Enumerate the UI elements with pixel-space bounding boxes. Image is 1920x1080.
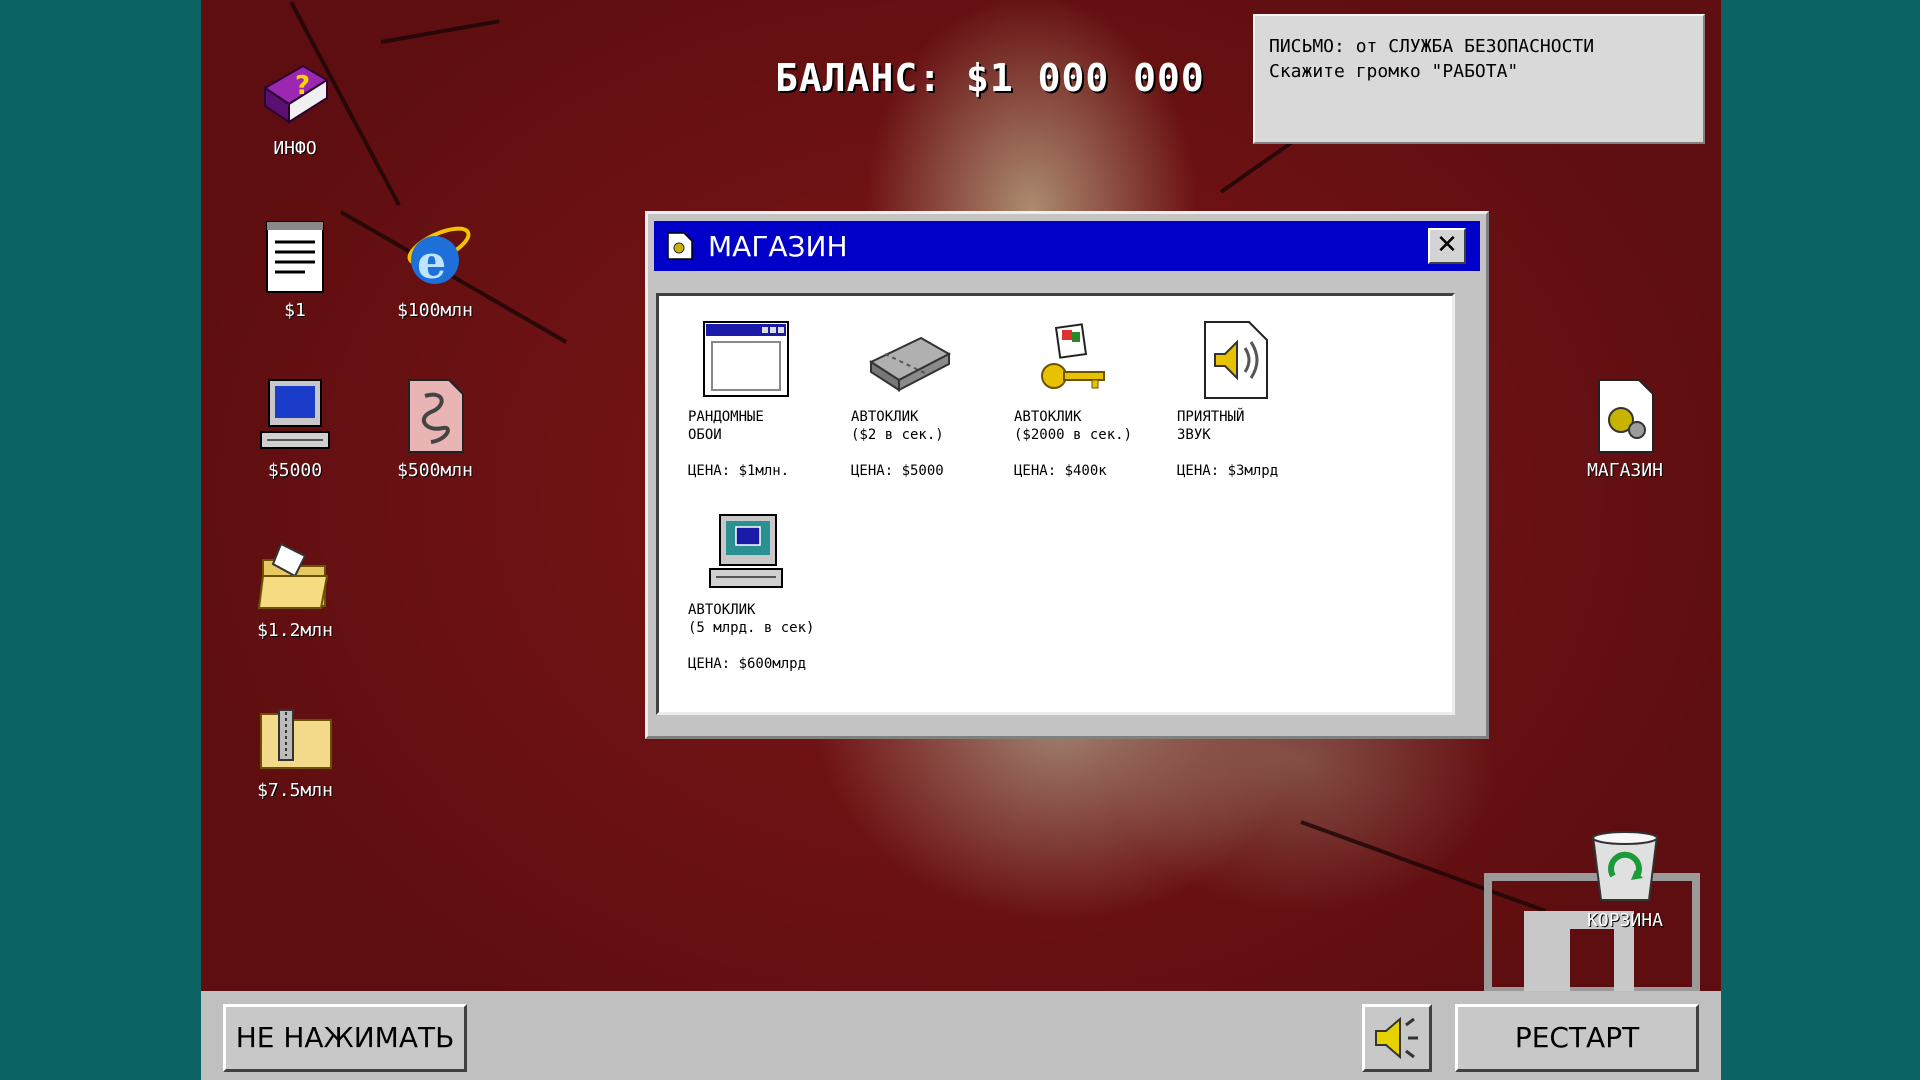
desktop-icon-shop[interactable]: МАГАЗИН	[1565, 376, 1685, 481]
icon-label: $7.5млн	[257, 780, 333, 801]
mail-notification[interactable]: ПИСЬМО: от СЛУЖБА БЕЗОПАСНОСТИ Скажите г…	[1253, 14, 1705, 144]
mail-message: Скажите громко "РАБОТА"	[1269, 61, 1519, 82]
shop-title: МАГАЗИН	[708, 229, 848, 263]
desktop-icon-script[interactable]: $500млн	[375, 376, 495, 481]
icon-label: $1.2млн	[257, 620, 333, 641]
computer-icon	[260, 379, 330, 449]
taskbar: НЕ НАЖИМАТЬ РЕСТАРТ	[201, 991, 1721, 1080]
mail-sender: ПИСЬМО: от СЛУЖБА БЕЗОПАСНОСТИ	[1269, 36, 1595, 57]
icon-label: $1	[284, 300, 306, 321]
window-icon	[703, 321, 789, 397]
icon-label: КОРЗИНА	[1587, 910, 1663, 931]
desktop-icon-info[interactable]: ? ИНФО	[235, 54, 355, 159]
key-icon	[1041, 323, 1105, 389]
sound-toggle-button[interactable]	[1362, 1004, 1432, 1072]
settings-file-icon	[1598, 379, 1654, 453]
icon-label: $100млн	[397, 300, 473, 321]
restart-button[interactable]: РЕСТАРТ	[1455, 1004, 1699, 1072]
speaker-icon	[1375, 1016, 1418, 1060]
shop-item-random-wallpaper[interactable]: РАНДОМНЫЕ ОБОИ ЦЕНА: $1млн.	[688, 320, 838, 480]
dont-press-button[interactable]: НЕ НАЖИМАТЬ	[223, 1004, 467, 1072]
desktop-icon-open-folder[interactable]: $1.2млн	[235, 536, 355, 641]
open-folder-icon	[257, 542, 329, 609]
icon-label: $500млн	[397, 460, 473, 481]
shop-titlebar[interactable]: МАГАЗИН ✕	[654, 221, 1480, 271]
svg-text:e: e	[417, 235, 446, 289]
desktop-icon-recycle-bin[interactable]: КОРЗИНА	[1565, 826, 1685, 931]
zip-folder-icon	[260, 709, 332, 769]
recycle-bin-icon	[1591, 831, 1659, 901]
shop-items: РАНДОМНЫЕ ОБОИ ЦЕНА: $1млн. АВТОКЛИК ($2…	[656, 293, 1455, 715]
desktop-icon-notepad[interactable]: $1	[235, 216, 355, 321]
svg-text:?: ?	[295, 71, 310, 101]
notepad-icon	[266, 221, 324, 293]
balance-display: БАЛАНС: $1 000 000	[775, 56, 1205, 100]
internet-explorer-icon: e	[407, 226, 471, 289]
shop-item-autoclick-3[interactable]: АВТОКЛИК (5 млрд. в сек) ЦЕНА: $600млрд	[688, 513, 838, 673]
memory-chip-icon	[868, 336, 952, 392]
desktop-icon-ie[interactable]: e $100млн	[375, 216, 495, 321]
sound-file-icon	[1204, 321, 1268, 399]
icon-label: $5000	[267, 460, 323, 481]
shop-item-autoclick-1[interactable]: АВТОКЛИК ($2 в сек.) ЦЕНА: $5000	[851, 320, 1001, 480]
desktop-icon-zip-folder[interactable]: $7.5млн	[235, 696, 355, 801]
desktop-icon-computer[interactable]: $5000	[235, 376, 355, 481]
close-button[interactable]: ✕	[1428, 228, 1466, 264]
shop-item-pleasant-sound[interactable]: ПРИЯТНЫЙ ЗВУК ЦЕНА: $3млрд	[1177, 320, 1327, 480]
help-book-icon: ?	[263, 64, 329, 124]
icon-label: ИНФО	[273, 138, 317, 159]
settings-file-icon	[667, 232, 693, 260]
shop-item-autoclick-2[interactable]: АВТОКЛИК ($2000 в сек.) ЦЕНА: $400к	[1014, 320, 1164, 480]
icon-label: МАГАЗИН	[1587, 460, 1663, 481]
computer-icon	[709, 514, 783, 588]
wallpaper-crack	[380, 19, 500, 44]
shop-window: МАГАЗИН ✕ РАНДОМНЫЕ ОБОИ ЦЕНА: $1млн. АВ…	[645, 211, 1489, 739]
script-icon	[408, 379, 464, 453]
